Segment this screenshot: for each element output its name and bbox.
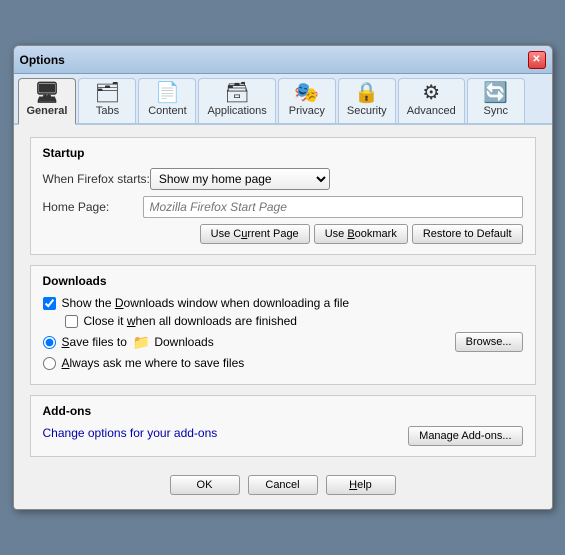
close-button[interactable]: ✕	[528, 51, 546, 69]
homepage-row: Home Page:	[43, 196, 523, 218]
save-files-row: Save files to 📁 Downloads Browse...	[43, 332, 523, 352]
tab-advanced-label: Advanced	[407, 105, 456, 117]
tab-content[interactable]: 📄 Content	[138, 78, 196, 123]
ok-button[interactable]: OK	[170, 475, 240, 495]
ask-save-radio[interactable]	[43, 357, 56, 370]
help-button[interactable]: Help	[326, 475, 396, 495]
show-downloads-row: Show the Downloads window when downloadi…	[43, 296, 523, 310]
privacy-icon: 🎭	[294, 83, 319, 103]
folder-icon: 📁	[133, 334, 150, 351]
ask-save-row: Always ask me where to save files	[43, 356, 523, 370]
startup-dropdown[interactable]: Show my home page	[150, 168, 330, 190]
options-window: Options ✕ 🖥 General 🗂 Tabs 📄 Content 🗃 A…	[13, 45, 553, 510]
tab-tabs[interactable]: 🗂 Tabs	[78, 78, 136, 123]
startup-section-title: Startup	[43, 146, 523, 160]
use-bookmark-button[interactable]: Use Bookmark	[314, 224, 408, 244]
tab-sync[interactable]: 🔄 Sync	[467, 78, 525, 123]
title-bar: Options ✕	[14, 46, 552, 74]
use-bookmark-label: Use Bookmark	[325, 228, 397, 240]
tab-bar: 🖥 General 🗂 Tabs 📄 Content 🗃 Application…	[14, 74, 552, 125]
use-current-button[interactable]: Use Current Page	[200, 224, 310, 244]
homepage-buttons: Use Current Page Use Bookmark Restore to…	[43, 224, 523, 244]
tabs-icon: 🗂	[95, 83, 120, 103]
tab-general[interactable]: 🖥 General	[18, 78, 77, 125]
close-downloads-checkbox[interactable]	[65, 315, 78, 328]
general-icon: 🖥	[34, 83, 59, 103]
advanced-icon: ⚙	[422, 83, 440, 103]
tab-applications-label: Applications	[207, 105, 266, 117]
window-title: Options	[20, 53, 65, 67]
ask-save-label: Always ask me where to save files	[62, 356, 245, 370]
startup-section: Startup When Firefox starts: Show my hom…	[30, 137, 536, 255]
startup-row: When Firefox starts: Show my home page	[43, 168, 523, 190]
tab-content-label: Content	[148, 105, 187, 117]
tab-tabs-label: Tabs	[96, 105, 119, 117]
downloads-section: Downloads Show the Downloads window when…	[30, 265, 536, 385]
tab-general-label: General	[27, 105, 68, 117]
save-files-radio[interactable]	[43, 336, 56, 349]
main-content: Startup When Firefox starts: Show my hom…	[14, 125, 552, 509]
show-downloads-label: Show the Downloads window when downloadi…	[62, 296, 350, 310]
tab-security[interactable]: 🔒 Security	[338, 78, 396, 123]
content-icon: 📄	[155, 83, 180, 103]
tab-privacy[interactable]: 🎭 Privacy	[278, 78, 336, 123]
tab-applications[interactable]: 🗃 Applications	[198, 78, 275, 123]
footer-buttons: OK Cancel Help	[30, 467, 536, 499]
save-files-label: Save files to	[62, 335, 127, 349]
tab-security-label: Security	[347, 105, 387, 117]
home-label: Home Page:	[43, 200, 143, 214]
security-icon: 🔒	[354, 83, 379, 103]
sync-icon: 🔄	[483, 83, 508, 103]
addons-section-title: Add-ons	[43, 404, 523, 418]
close-downloads-label: Close it when all downloads are finished	[84, 314, 297, 328]
applications-icon: 🗃	[224, 83, 249, 103]
tab-sync-label: Sync	[484, 105, 508, 117]
manage-addons-button[interactable]: Manage Add-ons...	[408, 426, 522, 446]
cancel-button[interactable]: Cancel	[248, 475, 318, 495]
addons-desc: Change options for your add-ons	[43, 426, 218, 440]
use-current-label: Use Current Page	[211, 228, 299, 240]
restore-default-button[interactable]: Restore to Default	[412, 224, 523, 244]
close-downloads-row: Close it when all downloads are finished	[65, 314, 523, 328]
downloads-section-title: Downloads	[43, 274, 523, 288]
homepage-input[interactable]	[143, 196, 523, 218]
restore-default-label: Restore to Default	[423, 228, 512, 240]
tab-advanced[interactable]: ⚙ Advanced	[398, 78, 465, 123]
tab-privacy-label: Privacy	[289, 105, 325, 117]
addons-section: Add-ons Change options for your add-ons …	[30, 395, 536, 457]
browse-button[interactable]: Browse...	[455, 332, 523, 352]
when-label: When Firefox starts:	[43, 172, 150, 186]
show-downloads-checkbox[interactable]	[43, 297, 56, 310]
folder-path: Downloads	[154, 335, 454, 349]
